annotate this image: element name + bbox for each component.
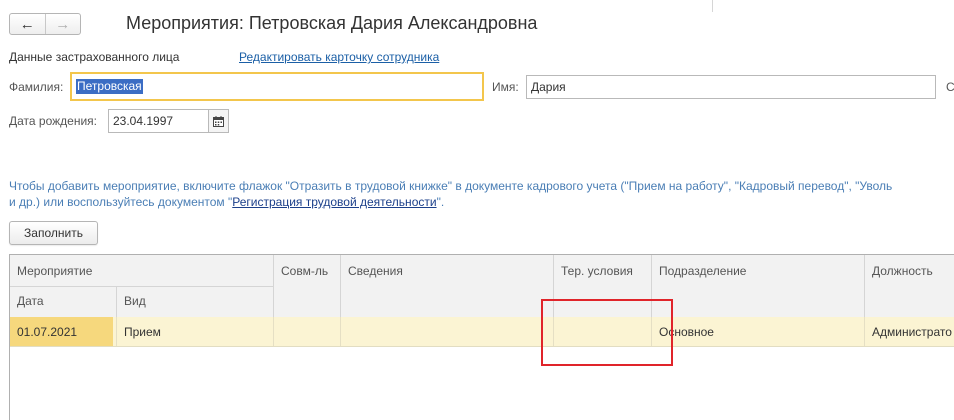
cell-combo[interactable]: [281, 317, 337, 346]
dob-input-group: 23.04.1997: [108, 109, 229, 133]
cell-info[interactable]: [348, 317, 550, 346]
header-department[interactable]: Подразделение: [659, 264, 746, 278]
info-hint-prefix: и др.) или воспользуйтесь документом ": [9, 195, 233, 209]
patronymic-label-cut: С: [946, 80, 954, 94]
back-arrow-icon[interactable]: ←: [10, 14, 46, 34]
info-hint-suffix: ".: [436, 195, 445, 209]
header-date[interactable]: Дата: [17, 294, 44, 308]
edit-employee-card-link[interactable]: Редактировать карточку сотрудника: [239, 50, 439, 64]
header-kind[interactable]: Вид: [124, 294, 146, 308]
header-info[interactable]: Сведения: [348, 264, 403, 278]
dob-field[interactable]: 23.04.1997: [108, 109, 208, 133]
header-ter-conditions[interactable]: Тер. условия: [561, 264, 633, 278]
name-label: Имя:: [492, 80, 519, 94]
surname-label: Фамилия:: [9, 80, 64, 94]
surname-field[interactable]: Петровская: [70, 72, 484, 101]
info-hint-line2: и др.) или воспользуйтесь документом "Ре…: [9, 194, 954, 210]
cell-department[interactable]: Основное: [659, 317, 861, 346]
header-position[interactable]: Должность: [872, 264, 933, 278]
table-row[interactable]: 01.07.2021 Прием Основное Администрато: [10, 317, 954, 347]
surname-value: Петровская: [76, 79, 143, 94]
cell-ter-conditions[interactable]: [561, 317, 648, 346]
cell-kind[interactable]: Прием: [124, 317, 270, 346]
calendar-icon[interactable]: [208, 109, 229, 133]
insured-section-label: Данные застрахованного лица: [9, 50, 180, 64]
info-hint-line1: Чтобы добавить мероприятие, включите фла…: [9, 179, 893, 193]
navigation-buttons: ← →: [9, 13, 81, 35]
cell-position[interactable]: Администрато: [872, 317, 954, 346]
forward-arrow-icon[interactable]: →: [46, 14, 81, 34]
header-combo[interactable]: Совм-ль: [281, 264, 328, 278]
cell-date[interactable]: 01.07.2021: [10, 317, 113, 346]
info-hint: Чтобы добавить мероприятие, включите фла…: [9, 178, 954, 210]
name-field[interactable]: Дария: [526, 75, 936, 99]
dob-label: Дата рождения:: [9, 114, 97, 128]
fill-button[interactable]: Заполнить: [9, 221, 98, 245]
events-table: Мероприятие Дата Вид Совм-ль Сведения Те…: [9, 254, 954, 420]
table-header: Мероприятие Дата Вид Совм-ль Сведения Те…: [10, 255, 954, 318]
header-event[interactable]: Мероприятие: [17, 264, 92, 278]
registration-document-link[interactable]: Регистрация трудовой деятельности: [232, 195, 436, 209]
page-title: Мероприятия: Петровская Дария Александро…: [126, 13, 538, 33]
toolbar-divider: [712, 0, 713, 12]
